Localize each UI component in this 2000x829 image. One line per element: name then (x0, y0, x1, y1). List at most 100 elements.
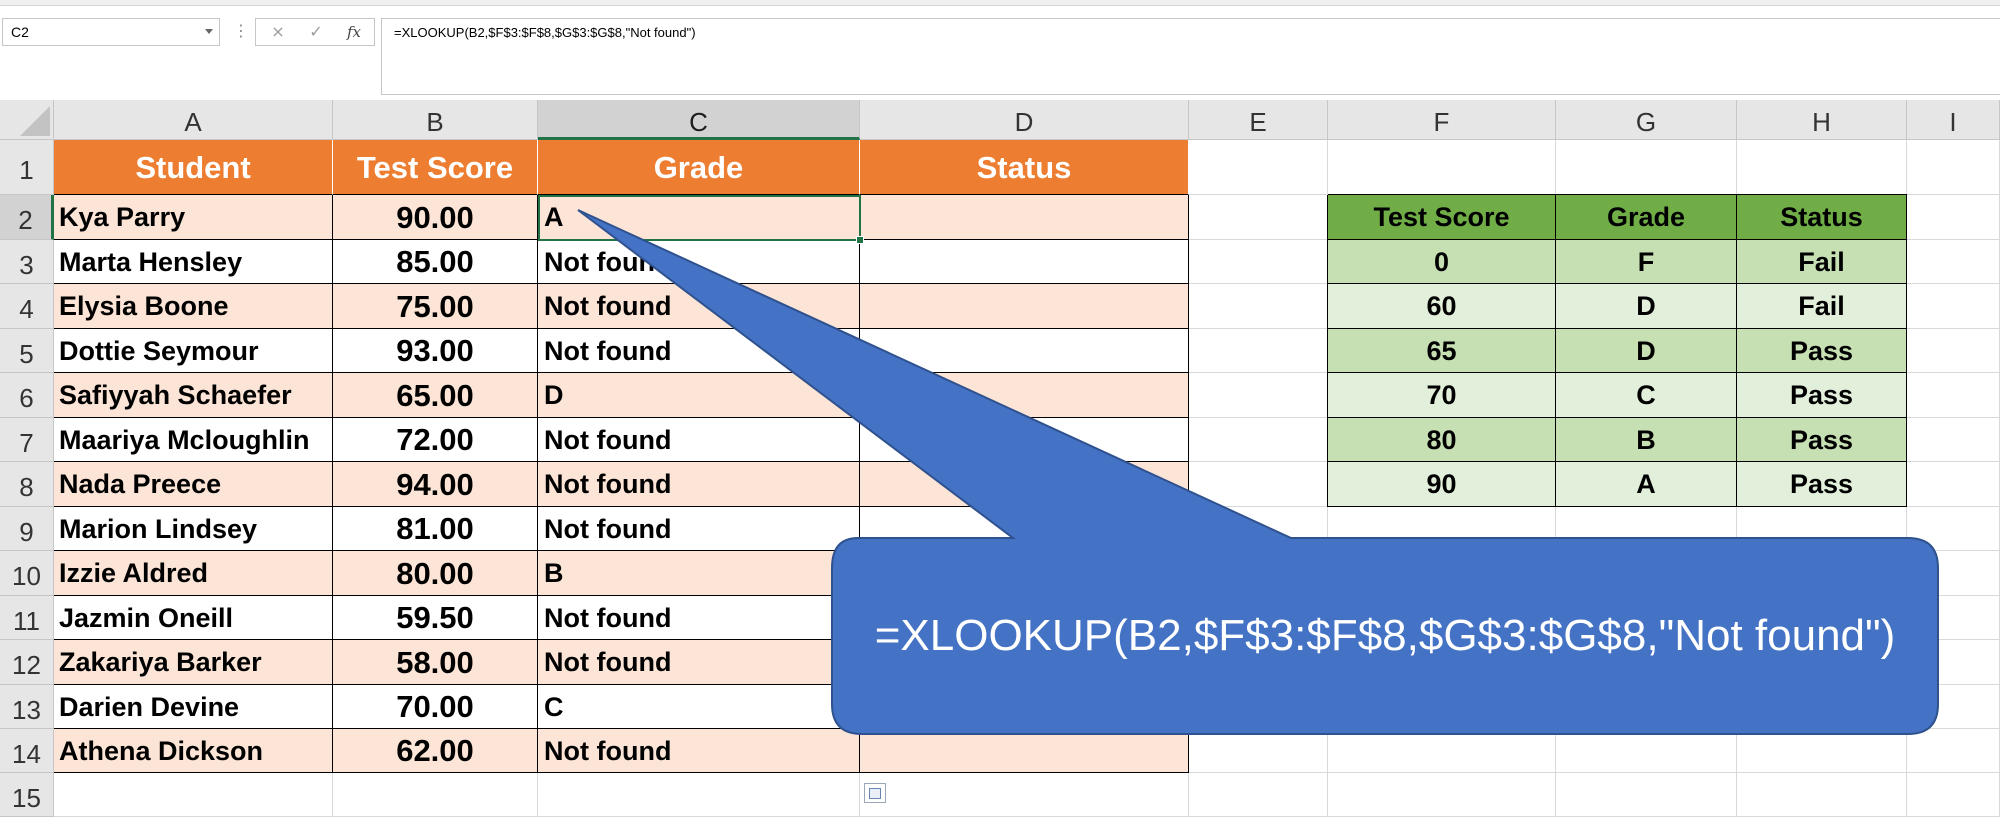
grid-cell[interactable] (1737, 140, 1907, 195)
test-score-cell[interactable]: 70.00 (333, 685, 538, 729)
formula-input[interactable]: =XLOOKUP(B2,$F$3:$F$8,$G$3:$G$8,"Not fou… (381, 18, 2000, 95)
grid-cell[interactable] (1189, 373, 1328, 418)
row-header-5[interactable]: 5 (0, 329, 54, 373)
grade-cell[interactable]: Not found (538, 462, 860, 507)
grid-cell[interactable] (1189, 729, 1328, 773)
grid-cell[interactable] (333, 773, 538, 817)
grid-cell[interactable] (1907, 195, 2000, 240)
status-cell[interactable] (860, 240, 1189, 284)
student-name-cell[interactable]: Maariya Mcloughlin (54, 418, 333, 462)
student-name-cell[interactable]: Darien Devine (54, 685, 333, 729)
lookup-score-cell[interactable]: 90 (1328, 462, 1556, 507)
grade-cell[interactable]: D (538, 373, 860, 418)
table-header-test-score[interactable]: Test Score (333, 140, 538, 195)
row-header-3[interactable]: 3 (0, 240, 54, 284)
row-header-1[interactable]: 1 (0, 140, 54, 195)
row-header-2[interactable]: 2 (0, 195, 54, 240)
chevron-down-icon[interactable] (205, 29, 213, 34)
grid-cell[interactable] (1189, 195, 1328, 240)
grade-cell[interactable]: Not found (538, 284, 860, 329)
status-cell[interactable] (860, 729, 1189, 773)
table-header-status[interactable]: Status (860, 140, 1189, 195)
test-score-cell[interactable]: 65.00 (333, 373, 538, 418)
grid-cell[interactable] (1556, 140, 1737, 195)
column-header-f[interactable]: F (1328, 100, 1556, 140)
grade-cell[interactable]: Not found (538, 240, 860, 284)
table-header-grade[interactable]: Grade (538, 140, 860, 195)
column-header-i[interactable]: I (1907, 100, 2000, 140)
column-header-a[interactable]: A (54, 100, 333, 140)
test-score-cell[interactable]: 81.00 (333, 507, 538, 551)
status-cell[interactable] (860, 373, 1189, 418)
row-header-10[interactable]: 10 (0, 551, 54, 596)
lookup-grade-cell[interactable]: B (1556, 418, 1737, 462)
grid-cell[interactable] (1556, 729, 1737, 773)
more-options-icon[interactable]: ⋮ (233, 20, 249, 44)
grade-cell[interactable]: Not found (538, 507, 860, 551)
student-name-cell[interactable]: Izzie Aldred (54, 551, 333, 596)
grade-cell[interactable]: A (538, 195, 860, 240)
test-score-cell[interactable]: 58.00 (333, 640, 538, 685)
lookup-score-cell[interactable]: 65 (1328, 329, 1556, 373)
lookup-header-status[interactable]: Status (1737, 195, 1907, 240)
row-header-14[interactable]: 14 (0, 729, 54, 773)
grid-cell[interactable] (1328, 140, 1556, 195)
lookup-score-cell[interactable]: 0 (1328, 240, 1556, 284)
grid-cell[interactable] (1189, 329, 1328, 373)
fill-handle[interactable] (856, 236, 864, 244)
grade-cell[interactable]: Not found (538, 329, 860, 373)
lookup-grade-cell[interactable]: C (1556, 373, 1737, 418)
test-score-cell[interactable]: 72.00 (333, 418, 538, 462)
cancel-icon[interactable]: × (264, 21, 292, 43)
grid-cell[interactable] (1907, 418, 2000, 462)
status-cell[interactable] (860, 195, 1189, 240)
select-all-corner[interactable] (0, 100, 54, 140)
grid-cell[interactable] (1328, 773, 1556, 817)
student-name-cell[interactable]: Nada Preece (54, 462, 333, 507)
test-score-cell[interactable]: 59.50 (333, 596, 538, 640)
status-cell[interactable] (860, 329, 1189, 373)
grade-cell[interactable]: Not found (538, 596, 860, 640)
row-header-8[interactable]: 8 (0, 462, 54, 507)
enter-icon[interactable]: ✓ (302, 21, 330, 43)
lookup-header-test-score[interactable]: Test Score (1328, 195, 1556, 240)
student-name-cell[interactable]: Dottie Seymour (54, 329, 333, 373)
row-header-9[interactable]: 9 (0, 507, 54, 551)
column-header-b[interactable]: B (333, 100, 538, 140)
lookup-grade-cell[interactable]: F (1556, 240, 1737, 284)
grid-cell[interactable] (1189, 462, 1328, 507)
student-name-cell[interactable]: Zakariya Barker (54, 640, 333, 685)
row-header-7[interactable]: 7 (0, 418, 54, 462)
table-header-student[interactable]: Student (54, 140, 333, 195)
grid-cell[interactable] (1189, 140, 1328, 195)
grid-cell[interactable] (1189, 240, 1328, 284)
column-header-d[interactable]: D (860, 100, 1189, 140)
test-score-cell[interactable]: 62.00 (333, 729, 538, 773)
lookup-score-cell[interactable]: 60 (1328, 284, 1556, 329)
row-header-13[interactable]: 13 (0, 685, 54, 729)
test-score-cell[interactable]: 80.00 (333, 551, 538, 596)
grid-cell[interactable] (1737, 773, 1907, 817)
grade-cell[interactable]: C (538, 685, 860, 729)
lookup-grade-cell[interactable]: A (1556, 462, 1737, 507)
grade-cell[interactable]: Not found (538, 418, 860, 462)
grid-cell[interactable] (1189, 773, 1328, 817)
test-score-cell[interactable]: 93.00 (333, 329, 538, 373)
quick-analysis-icon[interactable] (864, 783, 886, 803)
column-header-e[interactable]: E (1189, 100, 1328, 140)
grid-cell[interactable] (1907, 373, 2000, 418)
lookup-grade-cell[interactable]: D (1556, 329, 1737, 373)
lookup-status-cell[interactable]: Fail (1737, 284, 1907, 329)
grid-cell[interactable] (1737, 729, 1907, 773)
grid-cell[interactable] (1907, 284, 2000, 329)
student-name-cell[interactable]: Marion Lindsey (54, 507, 333, 551)
status-cell[interactable] (860, 284, 1189, 329)
grid-cell[interactable] (1907, 240, 2000, 284)
grid-cell[interactable] (54, 773, 333, 817)
student-name-cell[interactable]: Marta Hensley (54, 240, 333, 284)
lookup-score-cell[interactable]: 70 (1328, 373, 1556, 418)
status-cell[interactable] (860, 462, 1189, 507)
student-name-cell[interactable]: Athena Dickson (54, 729, 333, 773)
lookup-header-grade[interactable]: Grade (1556, 195, 1737, 240)
grid-cell[interactable] (860, 773, 1189, 817)
